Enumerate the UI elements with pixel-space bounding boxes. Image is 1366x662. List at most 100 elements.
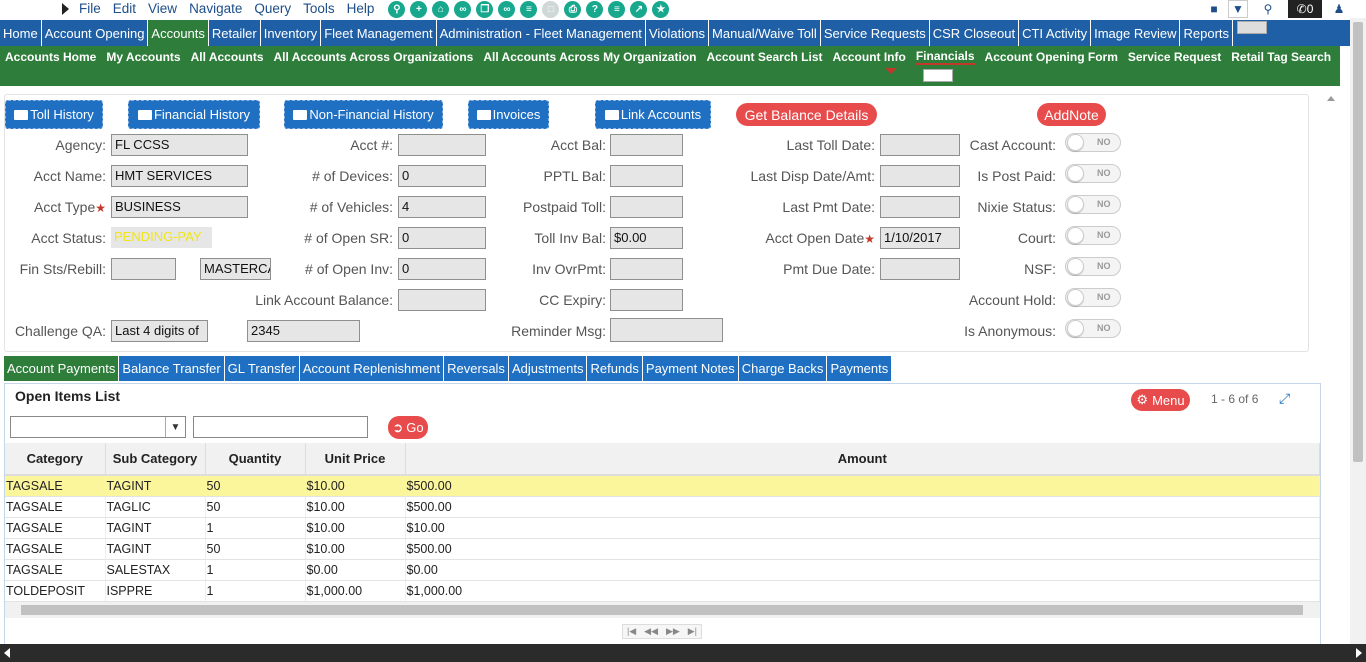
nav-violations[interactable]: Violations: [646, 20, 710, 46]
subnav-all-across-my-org[interactable]: All Accounts Across My Organization: [483, 50, 696, 64]
subnav-all-accounts[interactable]: All Accounts: [191, 50, 264, 64]
menu-tools[interactable]: Tools: [303, 2, 335, 16]
acct-name-field[interactable]: HMT SERVICES: [111, 165, 248, 187]
postpaid-toll-field[interactable]: [610, 196, 683, 218]
chart-icon[interactable]: ↗: [630, 0, 648, 18]
expand-arrow-icon[interactable]: [62, 3, 69, 15]
scroll-right-icon[interactable]: [1356, 648, 1362, 658]
expand-icon[interactable]: ⤢: [1279, 390, 1290, 407]
go-button[interactable]: ➲ Go: [388, 416, 428, 439]
nsf-toggle[interactable]: NO: [1065, 257, 1121, 276]
inv-ovrpmt-field[interactable]: [610, 258, 683, 280]
link-accounts-button[interactable]: Link Accounts: [595, 100, 711, 129]
scroll-left-icon[interactable]: [4, 648, 10, 658]
home-icon[interactable]: ⌂: [432, 0, 450, 18]
nav-fleet-management[interactable]: Fleet Management: [321, 20, 437, 46]
grid-menu-button[interactable]: ⚙ Menu: [1131, 389, 1190, 411]
tab-account-payments[interactable]: Account Payments: [4, 356, 120, 381]
table-row[interactable]: TAGSALE TAGLIC 50 $10.00 $500.00: [5, 496, 1320, 518]
subnav-account-search-list[interactable]: Account Search List: [706, 50, 822, 64]
subnav-all-across-orgs[interactable]: All Accounts Across Organizations: [274, 50, 474, 64]
tab-refunds[interactable]: Refunds: [587, 356, 643, 381]
financial-history-button[interactable]: Financial History: [128, 100, 260, 129]
column-header-amount[interactable]: Amount: [405, 443, 1320, 476]
pmt-due-date-field[interactable]: [880, 258, 960, 280]
search-icon[interactable]: ⚲: [388, 0, 406, 18]
invoices-button[interactable]: Invoices: [468, 100, 549, 129]
nav-cti-activity[interactable]: CTI Activity: [1019, 20, 1092, 46]
add-note-button[interactable]: AddNote: [1037, 103, 1106, 126]
nav-reports[interactable]: Reports: [1180, 20, 1234, 46]
nav-csr-closeout[interactable]: CSR Closeout: [930, 20, 1020, 46]
column-header-category[interactable]: Category: [5, 443, 106, 476]
help-icon[interactable]: ?: [586, 0, 604, 18]
toll-inv-bal-field[interactable]: $0.00: [610, 227, 683, 249]
table-row[interactable]: TOLDEPOSIT ISPPRE 1 $1,000.00 $1,000.00: [5, 580, 1320, 602]
subnav-accounts-home[interactable]: Accounts Home: [5, 50, 96, 64]
content-scrollbar[interactable]: [1325, 94, 1337, 644]
get-balance-details-button[interactable]: Get Balance Details: [736, 103, 877, 126]
menu-query[interactable]: Query: [254, 2, 291, 16]
vehicles-field[interactable]: 4: [398, 196, 486, 218]
user-icon[interactable]: ♟: [1322, 0, 1356, 18]
tab-account-replenishment[interactable]: Account Replenishment: [299, 356, 445, 381]
tab-charge-backs[interactable]: Charge Backs: [738, 356, 828, 381]
court-toggle[interactable]: NO: [1065, 226, 1121, 245]
page-scrollbar[interactable]: [1350, 18, 1366, 644]
tab-payments[interactable]: Payments: [827, 356, 893, 381]
messages-badge[interactable]: ✆ 0: [1288, 0, 1322, 18]
account-hold-toggle[interactable]: NO: [1065, 288, 1121, 307]
list-icon[interactable]: ≡: [520, 0, 538, 18]
menu-view[interactable]: View: [148, 2, 177, 16]
open-inv-field[interactable]: 0: [398, 258, 486, 280]
challenge-answer-field[interactable]: 2345: [247, 320, 360, 342]
nav-image-review[interactable]: Image Review: [1091, 20, 1181, 46]
is-anonymous-toggle[interactable]: NO: [1065, 319, 1121, 338]
bottom-horizontal-scrollbar[interactable]: [0, 644, 1366, 662]
next-page-icon[interactable]: ▶▶: [666, 626, 680, 637]
tab-reversals[interactable]: Reversals: [444, 356, 509, 381]
table-row[interactable]: TAGSALE SALESTAX 1 $0.00 $0.00: [5, 559, 1320, 581]
acct-no-field[interactable]: [398, 134, 486, 156]
challenge-question-field[interactable]: Last 4 digits of: [111, 320, 208, 342]
subnav-account-info[interactable]: Account Info: [833, 50, 906, 64]
print-icon[interactable]: ⎙: [564, 0, 582, 18]
menu-help[interactable]: Help: [347, 2, 375, 16]
non-financial-history-button[interactable]: Non-Financial History: [284, 100, 443, 129]
link-icon[interactable]: ∞: [454, 0, 472, 18]
star-icon[interactable]: ★: [652, 0, 670, 18]
subnav-my-accounts[interactable]: My Accounts: [106, 50, 180, 64]
acct-type-field[interactable]: BUSINESS: [111, 196, 248, 218]
subnav-retail-tag-search[interactable]: Retail Tag Search: [1231, 50, 1331, 64]
chat-icon[interactable]: ■: [1200, 0, 1228, 18]
prev-page-icon[interactable]: ◀◀: [644, 626, 658, 637]
menu-file[interactable]: File: [79, 2, 101, 16]
column-header-quantity[interactable]: Quantity: [205, 443, 306, 476]
nav-accounts[interactable]: Accounts: [148, 20, 209, 46]
tab-payment-notes[interactable]: Payment Notes: [642, 356, 739, 381]
nav-account-opening[interactable]: Account Opening: [42, 20, 149, 46]
rebill-field[interactable]: MASTERCA: [200, 258, 271, 280]
page-scroll-thumb[interactable]: [1353, 22, 1363, 462]
nav-retailer[interactable]: Retailer: [209, 20, 261, 46]
column-header-unit-price[interactable]: Unit Price: [305, 443, 406, 476]
open-sr-field[interactable]: 0: [398, 227, 486, 249]
table-row[interactable]: TAGSALE TAGINT 50 $10.00 $500.00: [5, 538, 1320, 560]
chain-icon[interactable]: ∞: [498, 0, 516, 18]
acct-open-date-field[interactable]: 1/10/2017: [880, 227, 960, 249]
toll-history-button[interactable]: Toll History: [5, 100, 103, 129]
post-paid-toggle[interactable]: NO: [1065, 164, 1121, 183]
subnav-service-request[interactable]: Service Request: [1128, 50, 1221, 64]
filter-value-input[interactable]: [193, 416, 368, 438]
reminder-msg-field[interactable]: [610, 318, 723, 342]
subnav-account-opening-form[interactable]: Account Opening Form: [985, 50, 1118, 64]
fin-sts-field[interactable]: [111, 258, 176, 280]
subnav-financials[interactable]: Financials: [915, 49, 975, 65]
menu-navigate[interactable]: Navigate: [189, 2, 242, 16]
menu-edit[interactable]: Edit: [113, 2, 136, 16]
agency-field[interactable]: FL CCSS: [111, 134, 248, 156]
acct-status-field[interactable]: PENDING-PAY: [111, 227, 212, 248]
last-toll-date-field[interactable]: [880, 134, 960, 156]
tab-adjustments[interactable]: Adjustments: [508, 356, 588, 381]
scroll-up-icon[interactable]: [1327, 96, 1335, 101]
